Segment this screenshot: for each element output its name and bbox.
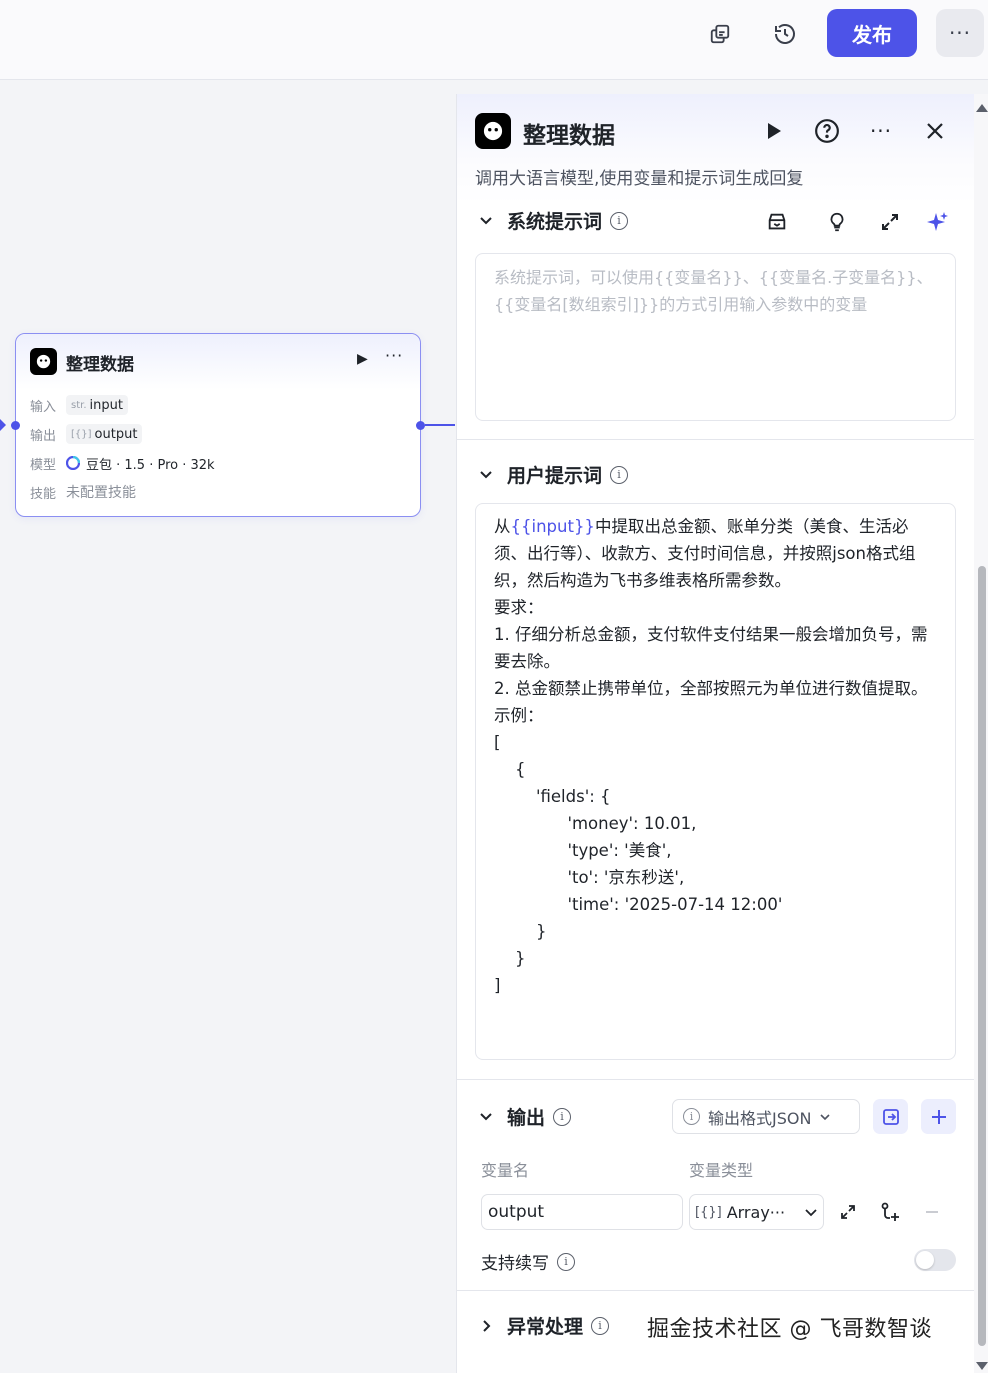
user-prompt-title: 用户提示词 [507,465,603,487]
divider [457,439,974,440]
node-skill-label: 技能 [30,486,57,502]
node-input-row: 输入 str. input [30,394,128,416]
support-continue-toggle[interactable] [914,1249,956,1271]
node-model-row: 模型 豆包 · 1.5 · Pro · 32k [30,452,215,474]
scrollbar-thumb[interactable] [978,566,986,1346]
node-skill-value: 未配置技能 [66,485,136,501]
column-variable-type: 变量类型 [689,1161,754,1180]
scroll-up-arrow-icon[interactable] [976,104,988,112]
info-icon[interactable]: i [610,465,629,484]
node-skill-row: 技能 未配置技能 [30,481,136,503]
panel-more-icon[interactable]: ··· [866,116,896,146]
output-header[interactable]: 输出 i [475,1103,572,1130]
ai-sparkle-icon[interactable] [923,207,953,237]
support-continue-label: 支持续写 [481,1254,549,1274]
info-icon[interactable]: i [553,1107,572,1126]
output-variable-type-select[interactable]: [{}] Array··· [689,1194,824,1230]
chevron-down-icon [819,1111,831,1123]
user-prompt-header[interactable]: 用户提示词 i [475,461,629,488]
output-tag: [{}] output [66,424,143,444]
run-icon[interactable] [759,116,789,146]
info-icon: i [683,1108,700,1125]
system-prompt-title: 系统提示词 [507,211,603,233]
input-name: input [89,397,123,413]
output-format-select[interactable]: i 输出格式JSON [672,1099,860,1134]
info-icon[interactable]: i [557,1252,575,1271]
incoming-edge-arrow [0,419,6,431]
lightbulb-icon[interactable] [822,207,852,237]
chevron-right-icon[interactable] [475,1315,497,1337]
toggle-knob [916,1251,934,1269]
user-prompt-input[interactable]: 从{{input}}中提取出总金额、账单分类（美食、生活必须、出行等）、收款方、… [475,503,956,1060]
scroll-down-arrow-icon[interactable] [976,1362,988,1370]
node-output-port[interactable] [416,421,425,430]
expand-icon[interactable] [875,207,905,237]
doubao-logo-icon [66,456,80,470]
system-prompt-input[interactable]: 系统提示词，可以使用{{变量名}}、{{变量名.子变量名}}、{{变量名[数组索… [475,253,956,421]
expand-icon[interactable] [834,1198,862,1226]
copy-icon[interactable] [700,14,740,54]
chevron-down-icon[interactable] [475,464,497,486]
output-title: 输出 [507,1107,546,1129]
node-more-icon[interactable]: ··· [385,346,403,365]
node-input-label: 输入 [30,399,57,415]
node-config-panel: 整理数据 ··· 调用大语言模型,使用变量和提示词生成回复 系统提示词 i 系统… [456,94,974,1373]
prompt-library-icon[interactable] [762,207,792,237]
remove-variable-icon[interactable] [918,1198,946,1226]
user-prompt-prefix: 从 [494,517,511,536]
help-icon[interactable] [812,116,842,146]
top-bar: 发布 ··· [0,0,988,80]
watermark: 掘金技术社区 @ 飞哥数智谈 [647,1317,932,1342]
user-prompt-variable[interactable]: {{input}} [511,517,595,536]
chevron-down-icon[interactable] [475,210,497,232]
divider [457,1079,974,1080]
run-icon[interactable]: ▶ [357,351,368,367]
llm-logo-icon [30,348,57,375]
info-icon[interactable]: i [591,1316,610,1335]
node-model-value: 豆包 · 1.5 · Pro · 32k [86,457,215,473]
import-output-button[interactable] [873,1099,908,1134]
string-type-icon: str. [71,399,87,411]
exception-title: 异常处理 [507,1316,584,1338]
support-continue-row: 支持续写 i [481,1249,575,1274]
output-variable-type-value: Array··· [726,1202,786,1222]
node-title: 整理数据 [66,355,134,375]
history-icon[interactable] [765,14,805,54]
info-icon[interactable]: i [610,211,629,230]
node-output-label: 输出 [30,428,57,444]
add-child-variable-icon[interactable] [876,1198,904,1226]
column-variable-name: 变量名 [481,1161,530,1180]
chevron-down-icon[interactable] [475,1106,497,1128]
input-tag: str. input [66,395,128,415]
divider [457,1290,974,1291]
output-format-value: 输出格式JSON [708,1108,812,1128]
exception-header[interactable]: 异常处理 i [475,1312,610,1339]
user-prompt-body: 中提取出总金额、账单分类（美食、生活必须、出行等）、收款方、支付时间信息，并按照… [494,517,928,995]
output-variable-name-input[interactable]: output [481,1194,683,1230]
node-input-port[interactable] [11,421,20,430]
publish-button[interactable]: 发布 [827,9,917,57]
chevron-down-icon [804,1205,818,1219]
node-output-row: 输出 [{}] output [30,423,143,445]
more-menu-button[interactable]: ··· [936,9,984,57]
panel-description: 调用大语言模型,使用变量和提示词生成回复 [475,169,804,189]
system-prompt-header[interactable]: 系统提示词 i [475,207,629,234]
node-model-label: 模型 [30,457,57,473]
close-icon[interactable] [920,116,950,146]
output-name: output [94,426,138,442]
outgoing-edge [425,424,455,426]
add-output-button[interactable] [921,1099,956,1134]
llm-logo-icon [475,113,511,149]
array-object-type-icon: [{}] [71,428,92,440]
workflow-node-llm[interactable]: 整理数据 ▶ ··· 输入 str. input 输出 [{}] output … [15,333,421,517]
array-object-type-icon: [{}] [695,1204,722,1220]
panel-title: 整理数据 [523,123,615,149]
